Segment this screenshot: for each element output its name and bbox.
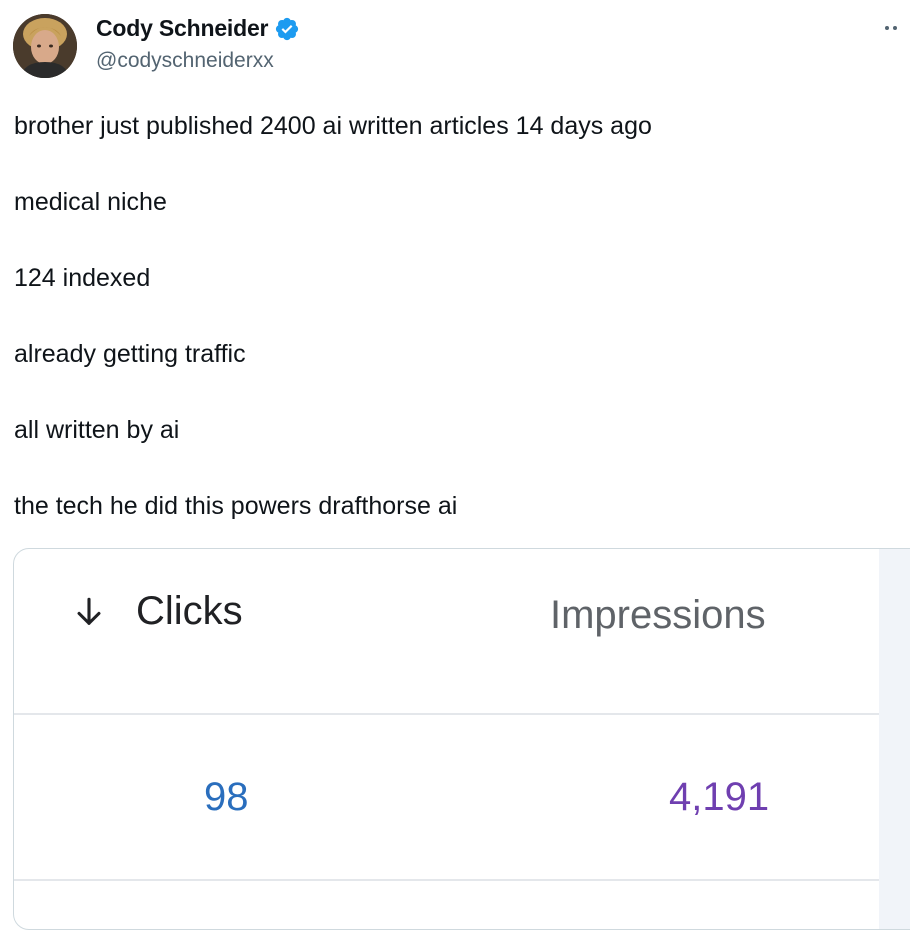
clicks-column-header: Clicks [72, 589, 243, 634]
more-options-icon[interactable] [885, 26, 897, 30]
impressions-value: 4,191 [669, 775, 770, 819]
tweet-text: brother just published 2400 ai written a… [14, 109, 894, 565]
tweet-line: medical niche [14, 188, 167, 216]
tweet-media-image[interactable]: Clicks Impressions 98 4,191 [13, 548, 910, 930]
clicks-label: Clicks [136, 589, 243, 633]
arrow-down-icon [77, 597, 101, 625]
avatar-image [13, 14, 77, 78]
author-handle[interactable]: @codyschneiderxx [96, 49, 274, 73]
tweet-line: already getting traffic [14, 340, 246, 368]
author-display-name[interactable]: Cody Schneider [96, 15, 268, 42]
tweet-line: brother just published 2400 ai written a… [14, 112, 652, 140]
tweet-line: 124 indexed [14, 264, 151, 292]
avatar[interactable] [13, 14, 77, 78]
impressions-label: Impressions [550, 593, 766, 637]
clicks-value: 98 [204, 775, 249, 819]
verified-badge-icon [276, 17, 299, 40]
tweet-header: Cody Schneider @codyschneiderxx [0, 0, 910, 90]
metrics-header-row: Clicks Impressions [14, 549, 879, 715]
tweet-line: the tech he did this powers drafthorse a… [14, 492, 458, 520]
tweet-line: all written by ai [14, 416, 180, 444]
media-side-panel [879, 549, 910, 929]
author-name-row: Cody Schneider [96, 15, 300, 42]
metrics-value-row: 98 4,191 [14, 715, 879, 881]
